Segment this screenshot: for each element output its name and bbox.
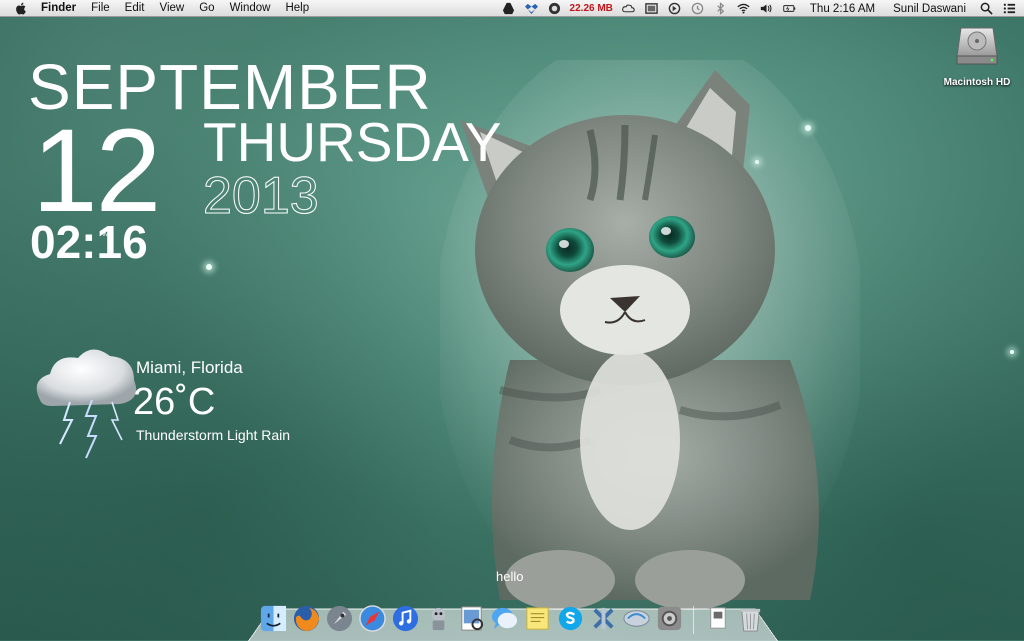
menu-view[interactable]: View (160, 2, 185, 14)
dock-skype[interactable] (555, 603, 586, 634)
dropbox-icon[interactable] (524, 0, 538, 17)
macintosh-hd-label: Macintosh HD (943, 77, 1011, 88)
widget-weekday: THURSDAY (203, 111, 502, 173)
dock-messages[interactable] (489, 603, 520, 634)
safari-icon (359, 605, 386, 632)
notification-center-icon[interactable] (1003, 0, 1016, 17)
widget-year: 2013 (203, 167, 320, 225)
memory-monitor-icon[interactable] (548, 0, 561, 17)
dock-preview[interactable] (456, 603, 487, 634)
menu-help[interactable]: Help (285, 2, 309, 14)
dock-xcode[interactable] (588, 603, 619, 634)
trash-icon (740, 608, 761, 632)
system-preferences-icon (657, 606, 682, 631)
skype-icon (558, 606, 583, 631)
itunes-icon (392, 605, 419, 632)
dock-stickies[interactable] (522, 603, 553, 634)
menu-finder[interactable]: Finder (41, 2, 76, 14)
cloud-icon[interactable] (622, 0, 635, 17)
wifi-icon[interactable] (737, 0, 750, 17)
volume-icon[interactable] (760, 0, 773, 17)
hard-drive-icon (956, 27, 998, 65)
firefox-icon (293, 605, 320, 632)
glow-dot (1010, 350, 1014, 354)
automator-icon (431, 607, 446, 631)
dock-documents-stack[interactable] (702, 603, 733, 634)
messages-icon (491, 607, 518, 630)
weather-city: Miami, Florida (136, 358, 243, 377)
dock-finder[interactable] (258, 603, 289, 634)
preview-icon (461, 606, 484, 631)
dock-trash[interactable] (735, 603, 766, 634)
menubar-clock[interactable]: Thu 2:16 AM (810, 3, 875, 15)
widget-time: 02:16 (30, 216, 148, 268)
kitten-wallpaper-image (435, 30, 865, 630)
widget-day: 12 (32, 105, 161, 237)
bluetooth-icon[interactable] (714, 0, 727, 17)
finder-icon (260, 605, 287, 632)
dock-firefox[interactable] (291, 603, 322, 634)
spotlight-search-icon[interactable] (980, 0, 993, 17)
menu-bar: Finder File Edit View Go Window Help 22.… (0, 0, 1024, 17)
network-icon (623, 610, 650, 627)
dock-itunes[interactable] (390, 603, 421, 634)
documents-stack-icon (710, 607, 726, 629)
dock-separator (693, 606, 694, 634)
dock-network-app[interactable] (621, 603, 652, 634)
launchpad-icon (326, 605, 353, 632)
user-account-menu[interactable]: Sunil Daswani (893, 3, 966, 15)
menu-window[interactable]: Window (230, 2, 271, 14)
macintosh-hd-desktop-icon[interactable]: Macintosh HD (941, 22, 1013, 88)
scripts-icon[interactable] (668, 0, 681, 17)
time-machine-icon[interactable] (691, 0, 704, 17)
menu-file[interactable]: File (91, 2, 110, 14)
weather-condition: Thunderstorm Light Rain (136, 427, 291, 443)
dock-system-preferences[interactable] (654, 603, 685, 634)
thunderstorm-icon (30, 340, 142, 460)
menu-edit[interactable]: Edit (125, 2, 145, 14)
desktop-text-hello: hello (496, 569, 524, 584)
battery-icon[interactable] (783, 0, 796, 17)
dock-safari[interactable] (357, 603, 388, 634)
widget-ampm: AM (100, 232, 109, 238)
menu-go[interactable]: Go (199, 2, 214, 14)
dock-automator[interactable] (423, 603, 454, 634)
google-drive-icon[interactable] (502, 0, 515, 17)
memory-free-label[interactable]: 22.26 MB (570, 3, 613, 14)
xcode-icon (593, 607, 614, 630)
apple-menu-icon[interactable] (14, 1, 29, 16)
glow-dot (206, 264, 212, 270)
weather-temperature: 26˚C (133, 381, 216, 423)
dock-launchpad[interactable] (324, 603, 355, 634)
screen-capture-icon[interactable] (645, 0, 658, 17)
status-menus: 22.26 MB Thu 2:16 AM Sunil Daswani (497, 0, 1024, 17)
dock (258, 598, 768, 634)
stickies-icon (526, 607, 549, 630)
